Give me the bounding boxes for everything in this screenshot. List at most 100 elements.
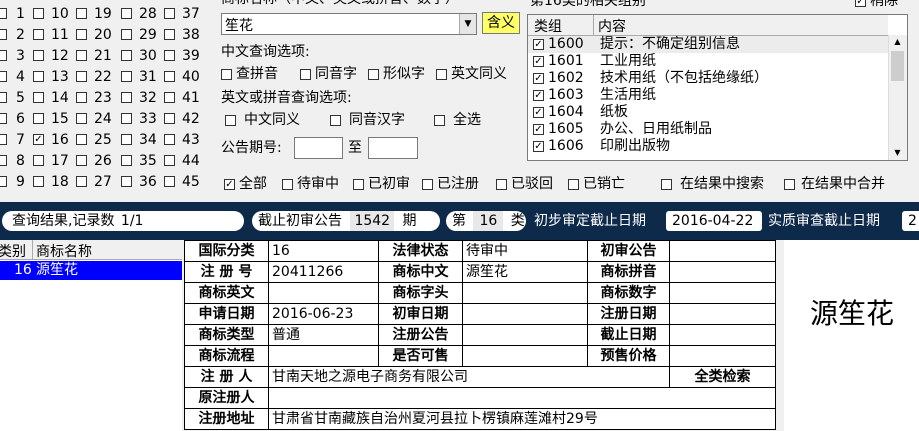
class-checkbox-9[interactable] xyxy=(0,176,7,187)
class-checkbox-1[interactable] xyxy=(0,8,7,19)
class-checkbox-31[interactable] xyxy=(121,71,132,82)
scroll-thumb[interactable] xyxy=(891,51,904,81)
checkbox[interactable] xyxy=(353,178,364,190)
class-checkbox-17[interactable] xyxy=(33,155,44,166)
related-group-list[interactable]: 类组 内容 ✓ 1600 提示：不确定组别信息 ✓ 1601 工业用纸 ✓ 1602 技术用… xyxy=(527,14,908,161)
filter-prelim-approved[interactable]: 已初审 xyxy=(353,175,410,193)
chevron-down-icon[interactable]: ▼ xyxy=(459,14,476,34)
class-checkbox-45[interactable] xyxy=(164,176,175,187)
checkbox[interactable] xyxy=(784,178,795,190)
class-checkbox-13[interactable] xyxy=(33,71,44,82)
option-similar-shape[interactable]: 形似字 xyxy=(368,65,425,83)
option-chinese-synonym[interactable]: 中文同义 xyxy=(225,111,300,129)
result-list[interactable]: 类别 商标名称 16 源笙花 xyxy=(0,240,182,431)
checkbox[interactable]: ✓ xyxy=(533,90,544,101)
class-checkbox-10[interactable] xyxy=(33,8,44,19)
checkbox[interactable]: ✓ xyxy=(855,0,866,7)
class-checkbox-30[interactable] xyxy=(121,50,132,61)
class-checkbox-24[interactable] xyxy=(76,113,87,124)
class-checkbox-26[interactable] xyxy=(76,155,87,166)
filter-lapsed[interactable]: 已销亡 xyxy=(568,175,625,193)
class-checkbox-37[interactable] xyxy=(164,8,175,19)
class-checkbox-8[interactable] xyxy=(0,155,7,166)
class-checkbox-16[interactable]: ✓ xyxy=(33,134,44,145)
class-checkbox-32[interactable] xyxy=(121,92,132,103)
class-checkbox-12[interactable] xyxy=(33,50,44,61)
checkbox[interactable]: ✓ xyxy=(533,107,544,118)
checkbox[interactable] xyxy=(496,178,507,190)
class-checkbox-29[interactable] xyxy=(121,29,132,40)
class-checkbox-44[interactable] xyxy=(164,155,175,166)
list-item[interactable]: ✓ 1604 纸板 xyxy=(528,104,888,121)
list-item[interactable]: ✓ 1605 办公、日用纸制品 xyxy=(528,121,888,138)
checkbox[interactable] xyxy=(225,114,236,126)
filter-registered[interactable]: 已注册 xyxy=(422,175,479,193)
list-item[interactable]: ✓ 1600 提示：不确定组别信息 xyxy=(528,36,888,53)
checkbox[interactable]: ✓ xyxy=(533,39,544,50)
filter-all[interactable]: ✓ 全部 xyxy=(224,175,267,193)
class-checkbox-22[interactable] xyxy=(76,71,87,82)
filter-pending[interactable]: 待审中 xyxy=(282,175,339,193)
scroll-up-icon[interactable]: ▲ xyxy=(889,35,906,49)
option-homophone-hanzi[interactable]: 同音汉字 xyxy=(330,111,405,129)
vertical-scrollbar[interactable]: ▲ ▼ xyxy=(888,35,907,160)
class-checkbox-27[interactable] xyxy=(76,176,87,187)
option-select-all[interactable]: 全选 xyxy=(434,111,481,129)
class-checkbox-34[interactable] xyxy=(121,134,132,145)
class-checkbox-2[interactable] xyxy=(0,29,7,40)
checkbox[interactable] xyxy=(422,178,433,190)
list-item[interactable]: ✓ 1602 技术用纸（不包括绝缘纸） xyxy=(528,70,888,87)
option-english-synonym[interactable]: 英文同义 xyxy=(436,65,507,83)
filter-merge-in-results[interactable]: 在结果中合并 xyxy=(784,175,885,193)
list-item[interactable]: ✓ 1603 生活用纸 xyxy=(528,87,888,104)
checkbox[interactable] xyxy=(330,114,341,126)
filter-rejected[interactable]: 已驳回 xyxy=(496,175,553,193)
class-checkbox-25[interactable] xyxy=(76,134,87,145)
checkbox[interactable] xyxy=(221,68,232,80)
class-checkbox-20[interactable] xyxy=(76,29,87,40)
class-checkbox-14[interactable] xyxy=(33,92,44,103)
trademark-name-combobox[interactable]: 笙花 ▼ xyxy=(221,13,477,35)
option-pinyin[interactable]: 查拼音 xyxy=(221,65,278,83)
checkbox[interactable]: ✓ xyxy=(533,141,544,152)
option-homophone[interactable]: 同音字 xyxy=(300,65,357,83)
class-checkbox-41[interactable] xyxy=(164,92,175,103)
filter-search-in-results[interactable]: 在结果中搜索 xyxy=(661,175,764,193)
clear-option[interactable]: ✓ 稍除 xyxy=(855,0,898,10)
class-checkbox-43[interactable] xyxy=(164,134,175,145)
class-checkbox-23[interactable] xyxy=(76,92,87,103)
announcement-from-input[interactable] xyxy=(294,137,343,159)
checkbox[interactable] xyxy=(368,68,379,80)
class-checkbox-21[interactable] xyxy=(76,50,87,61)
class-checkbox-38[interactable] xyxy=(164,29,175,40)
class-checkbox-5[interactable] xyxy=(0,92,7,103)
class-checkbox-33[interactable] xyxy=(121,113,132,124)
class-checkbox-39[interactable] xyxy=(164,50,175,61)
checkbox[interactable] xyxy=(282,178,293,190)
class-checkbox-11[interactable] xyxy=(33,29,44,40)
checkbox[interactable]: ✓ xyxy=(533,73,544,84)
checkbox[interactable] xyxy=(661,178,672,190)
checkbox[interactable] xyxy=(434,114,445,126)
class-checkbox-6[interactable] xyxy=(0,113,7,124)
checkbox[interactable]: ✓ xyxy=(533,124,544,135)
meaning-button[interactable]: 含义 xyxy=(482,12,520,34)
scroll-down-icon[interactable]: ▼ xyxy=(889,146,906,160)
list-item[interactable]: 16 源笙花 xyxy=(0,261,182,280)
class-checkbox-19[interactable] xyxy=(76,8,87,19)
checkbox[interactable]: ✓ xyxy=(533,56,544,67)
class-checkbox-15[interactable] xyxy=(33,113,44,124)
announcement-to-input[interactable] xyxy=(368,137,418,159)
full-search-button[interactable]: 全类检索 xyxy=(669,366,776,388)
checkbox[interactable] xyxy=(436,68,447,80)
class-checkbox-35[interactable] xyxy=(121,155,132,166)
list-item[interactable]: ✓ 1601 工业用纸 xyxy=(528,53,888,70)
checkbox[interactable] xyxy=(568,178,579,190)
class-checkbox-28[interactable] xyxy=(121,8,132,19)
list-item[interactable]: ✓ 1606 印刷出版物 xyxy=(528,138,888,155)
class-checkbox-36[interactable] xyxy=(121,176,132,187)
checkbox[interactable] xyxy=(300,68,311,80)
class-checkbox-4[interactable] xyxy=(0,71,7,82)
checkbox[interactable]: ✓ xyxy=(224,178,235,190)
class-checkbox-40[interactable] xyxy=(164,71,175,82)
